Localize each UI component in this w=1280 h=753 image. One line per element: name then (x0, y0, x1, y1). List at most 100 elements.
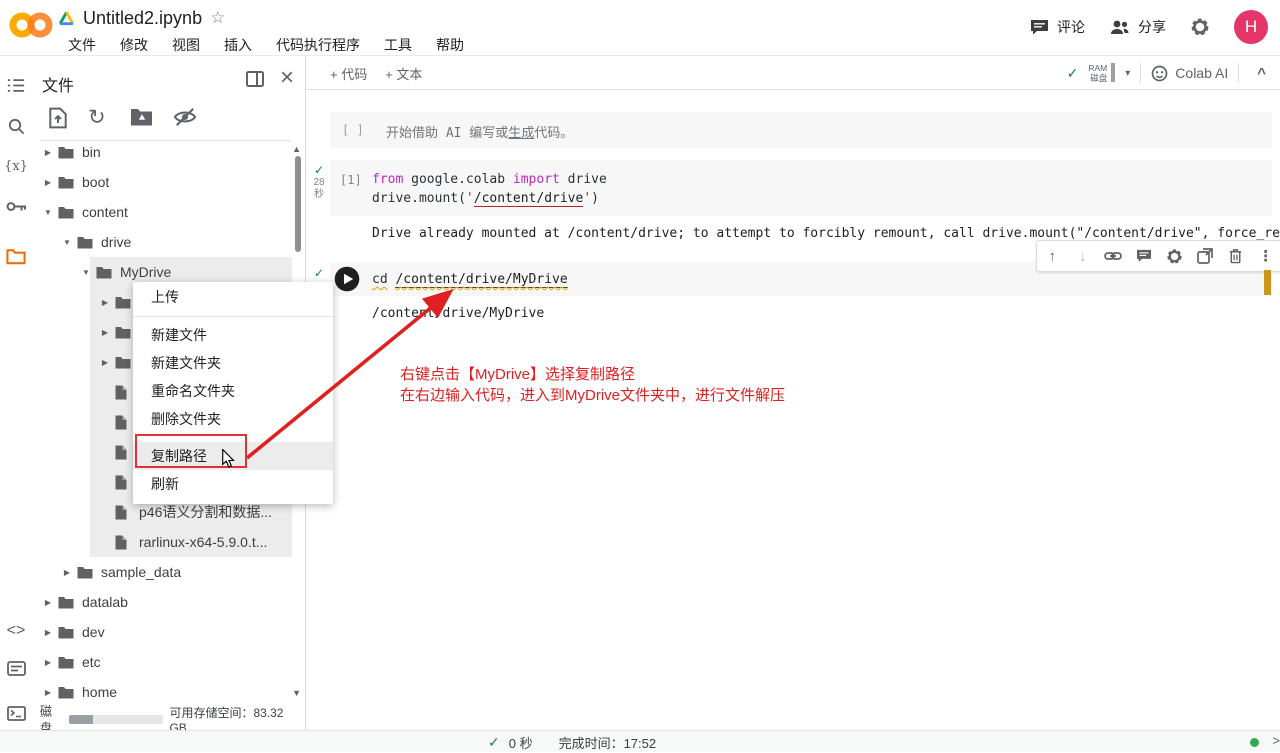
code-token: ' (466, 191, 474, 206)
context-menu-item-上传[interactable]: 上传 (133, 282, 333, 312)
colab-ai-button[interactable]: Colab AI (1151, 65, 1228, 82)
popout-panel-icon[interactable] (246, 71, 264, 87)
table-of-contents-icon[interactable] (5, 74, 27, 96)
path-link[interactable]: /content/drive (474, 191, 584, 207)
notebook-title[interactable]: Untitled2.ipynb (83, 8, 202, 29)
context-menu-item-重命名文件夹[interactable]: 重命名文件夹 (133, 377, 333, 405)
settings-icon[interactable] (1162, 244, 1186, 268)
tree-item-content[interactable]: ▼ content (30, 197, 293, 227)
delete-icon[interactable] (1223, 244, 1247, 268)
menu-帮助[interactable]: 帮助 (426, 33, 474, 57)
cell-prompt: [ ] (342, 123, 364, 137)
menu-工具[interactable]: 工具 (374, 33, 422, 57)
scroll-up-icon[interactable]: ▲ (292, 144, 301, 154)
comment-button[interactable]: 评论 (1030, 17, 1085, 37)
menu-代码执行程序[interactable]: 代码执行程序 (266, 33, 370, 57)
refresh-icon[interactable]: ↻ (88, 105, 106, 130)
tree-item-label: content (82, 204, 128, 220)
context-menu-item-新建文件[interactable]: 新建文件 (133, 321, 333, 349)
connected-check-icon: ✓ (1067, 65, 1079, 82)
collapse-arrow-icon[interactable]: ▶ (97, 328, 113, 337)
code-snippets-icon[interactable]: <> (5, 620, 27, 642)
collapse-arrow-icon[interactable]: ▶ (40, 628, 56, 637)
expand-arrow-icon[interactable]: ▼ (78, 268, 94, 277)
more-vert-icon[interactable]: ⋮ (1254, 244, 1278, 268)
path-link[interactable]: /content/drive/MyDrive (395, 272, 567, 288)
collapse-arrow-icon[interactable]: ▶ (97, 298, 113, 307)
expand-arrow-icon[interactable]: ▼ (59, 238, 75, 247)
cell-output: /content/drive/MyDrive (372, 306, 544, 321)
tree-item-label: boot (82, 174, 109, 190)
settings-gear-icon[interactable] (1190, 17, 1210, 37)
context-menu-item-新建文件夹[interactable]: 新建文件夹 (133, 349, 333, 377)
mirror-cell-icon[interactable] (1193, 244, 1217, 268)
comment-label: 评论 (1057, 17, 1085, 37)
collapse-arrow-icon[interactable]: ▶ (40, 658, 56, 667)
folder-icon (58, 656, 74, 669)
close-panel-icon[interactable]: × (280, 64, 294, 92)
move-down-icon[interactable]: ↓ (1071, 244, 1095, 268)
tree-item-bin[interactable]: ▶bin (30, 137, 293, 167)
menu-修改[interactable]: 修改 (110, 33, 158, 57)
exec-seconds: 28 (313, 177, 324, 189)
resource-monitor[interactable]: RAM 磁盘 (1088, 63, 1115, 83)
collapse-arrow-icon[interactable]: ▶ (40, 148, 56, 157)
context-menu-item-刷新[interactable]: 刷新 (133, 470, 333, 498)
tree-item-drive[interactable]: ▼drive (30, 227, 293, 257)
move-up-icon[interactable]: ↑ (1040, 244, 1064, 268)
context-menu-item-删除文件夹[interactable]: 删除文件夹 (133, 405, 333, 433)
share-button[interactable]: 分享 (1109, 17, 1166, 37)
collapse-arrow-icon[interactable]: ▶ (97, 358, 113, 367)
collapse-arrow-icon[interactable]: ▶ (59, 568, 75, 577)
folder-icon (58, 686, 74, 699)
collapse-header-icon[interactable]: ^ (1249, 65, 1274, 82)
add-code-button[interactable]: + 代码 (330, 64, 367, 83)
command-palette-icon[interactable] (5, 657, 27, 679)
variables-icon[interactable]: {x} (5, 155, 27, 177)
scroll-down-icon[interactable]: ▼ (292, 688, 301, 698)
menu-文件[interactable]: 文件 (58, 33, 106, 57)
upload-file-icon[interactable] (48, 107, 68, 129)
tree-item-dev[interactable]: ▶dev (30, 617, 293, 647)
tree-item-home[interactable]: ▶home (30, 677, 293, 707)
comment-icon[interactable] (1132, 244, 1156, 268)
search-icon[interactable] (5, 115, 27, 137)
add-text-button[interactable]: + 文本 (385, 64, 422, 83)
collapse-arrow-icon[interactable]: ▶ (40, 598, 56, 607)
executed-check-icon: ✓ (314, 163, 324, 177)
tree-item-boot[interactable]: ▶ boot (30, 167, 293, 197)
tree-item-datalab[interactable]: ▶datalab (30, 587, 293, 617)
tree-item-sample_data[interactable]: ▶sample_data (30, 557, 293, 587)
chevron-right-icon[interactable]: > (1272, 733, 1280, 748)
secrets-key-icon[interactable] (5, 195, 27, 217)
share-label: 分享 (1138, 17, 1166, 37)
menu-插入[interactable]: 插入 (214, 33, 262, 57)
hide-hidden-files-icon[interactable] (173, 107, 197, 127)
menu-视图[interactable]: 视图 (162, 33, 210, 57)
tree-scrollbar-thumb[interactable] (295, 156, 301, 252)
folder-icon (96, 266, 112, 279)
collapse-arrow-icon[interactable]: ▶ (40, 688, 56, 697)
code-editor[interactable]: cd /content/drive/MyDrive (372, 270, 568, 289)
tree-item-etc[interactable]: ▶etc (30, 647, 293, 677)
chevron-down-icon[interactable]: ▾ (1125, 68, 1130, 79)
run-cell-button[interactable] (334, 266, 360, 292)
colab-logo-icon[interactable] (8, 8, 54, 42)
tree-item-rarlinux-x64-5.9.0.t...[interactable]: rarlinux-x64-5.9.0.t... (30, 527, 293, 557)
mount-drive-icon[interactable] (130, 107, 153, 126)
code-cell-mount-drive[interactable]: [1] from google.colab import drivedrive.… (330, 160, 1272, 216)
collapse-arrow-icon[interactable]: ▶ (40, 178, 56, 187)
expand-arrow-icon[interactable]: ▼ (40, 208, 56, 217)
exec-seconds-unit: 秒 (314, 189, 324, 201)
code-token: import (513, 172, 560, 187)
exec-duration: 0 秒 (509, 733, 533, 752)
placeholder-cell[interactable]: [ ] 开始借助 AI 编写或生成代码。 (330, 112, 1272, 148)
generate-code-link[interactable]: 生成 (508, 126, 534, 141)
avatar[interactable]: H (1234, 10, 1268, 44)
code-editor[interactable]: from google.colab import drivedrive.moun… (372, 170, 607, 208)
tree-item-label: p46语义分割和数据... (139, 502, 272, 522)
star-icon[interactable]: ☆ (210, 8, 225, 28)
terminal-icon[interactable] (5, 702, 27, 724)
files-folder-icon[interactable] (5, 245, 27, 267)
link-icon[interactable] (1101, 244, 1125, 268)
